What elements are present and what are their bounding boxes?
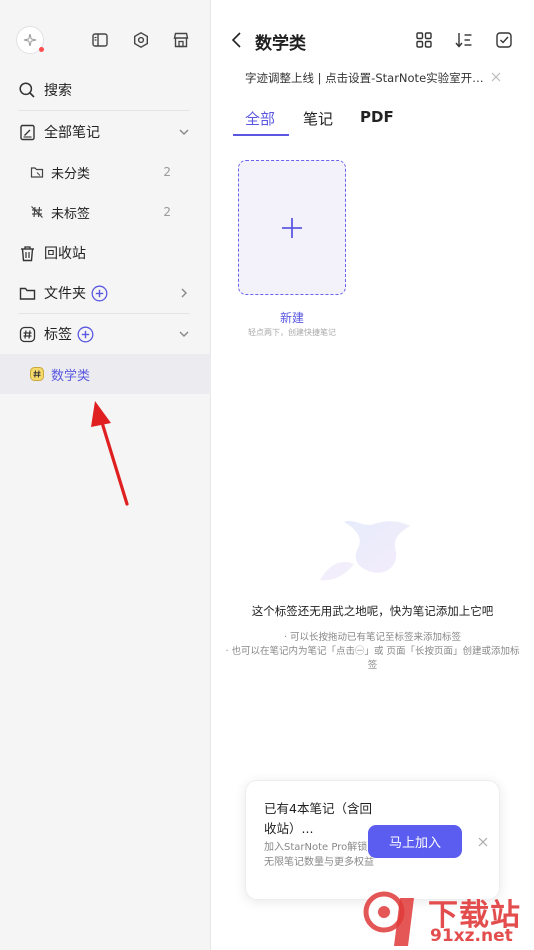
- item-count: 2: [163, 165, 171, 179]
- untagged-hash-icon: [30, 205, 44, 219]
- sidebar-item-label: 未标签: [51, 206, 91, 222]
- grid-view-icon[interactable]: [414, 30, 434, 50]
- upgrade-promo-card: 已有4本笔记（含回收站）... 加入StarNote Pro解锁无限笔记数量与更…: [245, 780, 500, 900]
- sidebar-item-search[interactable]: 搜索: [0, 70, 211, 110]
- store-icon[interactable]: [171, 30, 191, 50]
- trash-icon: [18, 244, 36, 262]
- app-logo[interactable]: [16, 26, 44, 54]
- active-tab-indicator: [233, 134, 289, 136]
- sidebar-item-folders[interactable]: 文件夹: [0, 273, 211, 313]
- close-icon[interactable]: [491, 72, 501, 82]
- tab-all[interactable]: 全部: [245, 108, 275, 129]
- empty-state-tip: 签: [367, 660, 378, 671]
- tab-notes[interactable]: 笔记: [303, 108, 333, 129]
- announcement-banner[interactable]: 字迹调整上线 | 点击设置-StarNote实验室开…: [245, 70, 485, 86]
- close-icon[interactable]: [478, 837, 488, 847]
- add-folder-icon[interactable]: [91, 285, 108, 302]
- sidebar-item-untagged[interactable]: 未标签 2: [0, 192, 211, 232]
- sidebar-item-label: 回收站: [44, 246, 86, 262]
- sidebar-item-label: 全部笔记: [44, 125, 100, 141]
- join-now-button[interactable]: 马上加入: [368, 825, 462, 858]
- site-watermark: 下载站 91xz.net: [362, 888, 534, 950]
- new-note-card[interactable]: [238, 160, 346, 295]
- sidebar-item-label: 数学类: [51, 368, 91, 384]
- main-panel: 数学类 字迹调整上线 | 点击设置-StarNote实验室开… 全部 笔记 PD…: [211, 0, 534, 950]
- chevron-right-icon[interactable]: [177, 286, 191, 300]
- chevron-down-icon[interactable]: [177, 125, 191, 139]
- promo-description: 加入StarNote Pro解锁无限笔记数量与更多权益: [264, 842, 374, 868]
- promo-title: 已有4本笔记（含回收站）...: [264, 801, 372, 836]
- sidebar-item-trash[interactable]: 回收站: [0, 233, 211, 273]
- sidebar-item-label: 未分类: [51, 166, 91, 182]
- chevron-down-icon[interactable]: [177, 327, 191, 341]
- sort-icon[interactable]: [454, 30, 474, 50]
- watermark-logo-icon: [363, 891, 414, 946]
- tag-hash-icon: [18, 325, 36, 343]
- sidebar-item-label: 搜索: [44, 83, 72, 99]
- sidebar-item-uncategorized[interactable]: 未分类 2: [0, 152, 211, 192]
- empty-state-illustration: [320, 521, 410, 581]
- page-title: 数学类: [255, 34, 306, 54]
- notification-dot: [39, 47, 44, 52]
- select-check-icon[interactable]: [494, 30, 514, 50]
- sidebar-toolbar: [0, 22, 211, 62]
- sidebar-item-tags[interactable]: 标签: [0, 314, 211, 354]
- sidebar-item-label: 文件夹: [44, 286, 86, 302]
- tab-pdf[interactable]: PDF: [360, 108, 394, 126]
- add-tag-icon[interactable]: [77, 326, 94, 343]
- item-count: 2: [163, 205, 171, 219]
- empty-state-tip: · 也可以在笔记内为笔记「点击㊀」或 页面「长按页面」创建或添加标: [225, 646, 520, 657]
- plus-icon: [282, 217, 302, 238]
- new-note-label: 新建: [279, 311, 304, 325]
- folder-outline-icon: [30, 165, 44, 179]
- sidebar-item-label: 标签: [44, 327, 72, 343]
- sparkle-icon: [23, 33, 37, 47]
- sidebar-item-tag-math[interactable]: 数学类: [0, 354, 211, 394]
- folder-icon: [18, 284, 36, 302]
- notebook-icon: [18, 123, 36, 141]
- back-arrow-icon[interactable]: [229, 30, 245, 50]
- annotation-arrow: [91, 401, 129, 506]
- new-note-hint: 轻点两下，创建快捷笔记: [248, 328, 336, 337]
- settings-hexagon-icon[interactable]: [131, 30, 151, 50]
- watermark-url: 91xz.net: [430, 926, 513, 946]
- divider: [18, 110, 190, 111]
- tag-badge-icon: [30, 367, 44, 381]
- empty-state-title: 这个标签还无用武之地呢，快为笔记添加上它吧: [251, 604, 494, 618]
- sidebar-toggle-icon[interactable]: [90, 30, 110, 50]
- search-icon: [18, 81, 36, 99]
- sidebar-item-all-notes[interactable]: 全部笔记: [0, 112, 211, 152]
- empty-state-tip: · 可以长按拖动已有笔记至标签来添加标签: [283, 632, 462, 643]
- sidebar: 搜索 全部笔记 未分类 2 未标签 2 回收站 文件夹 标签 数学类: [0, 0, 211, 950]
